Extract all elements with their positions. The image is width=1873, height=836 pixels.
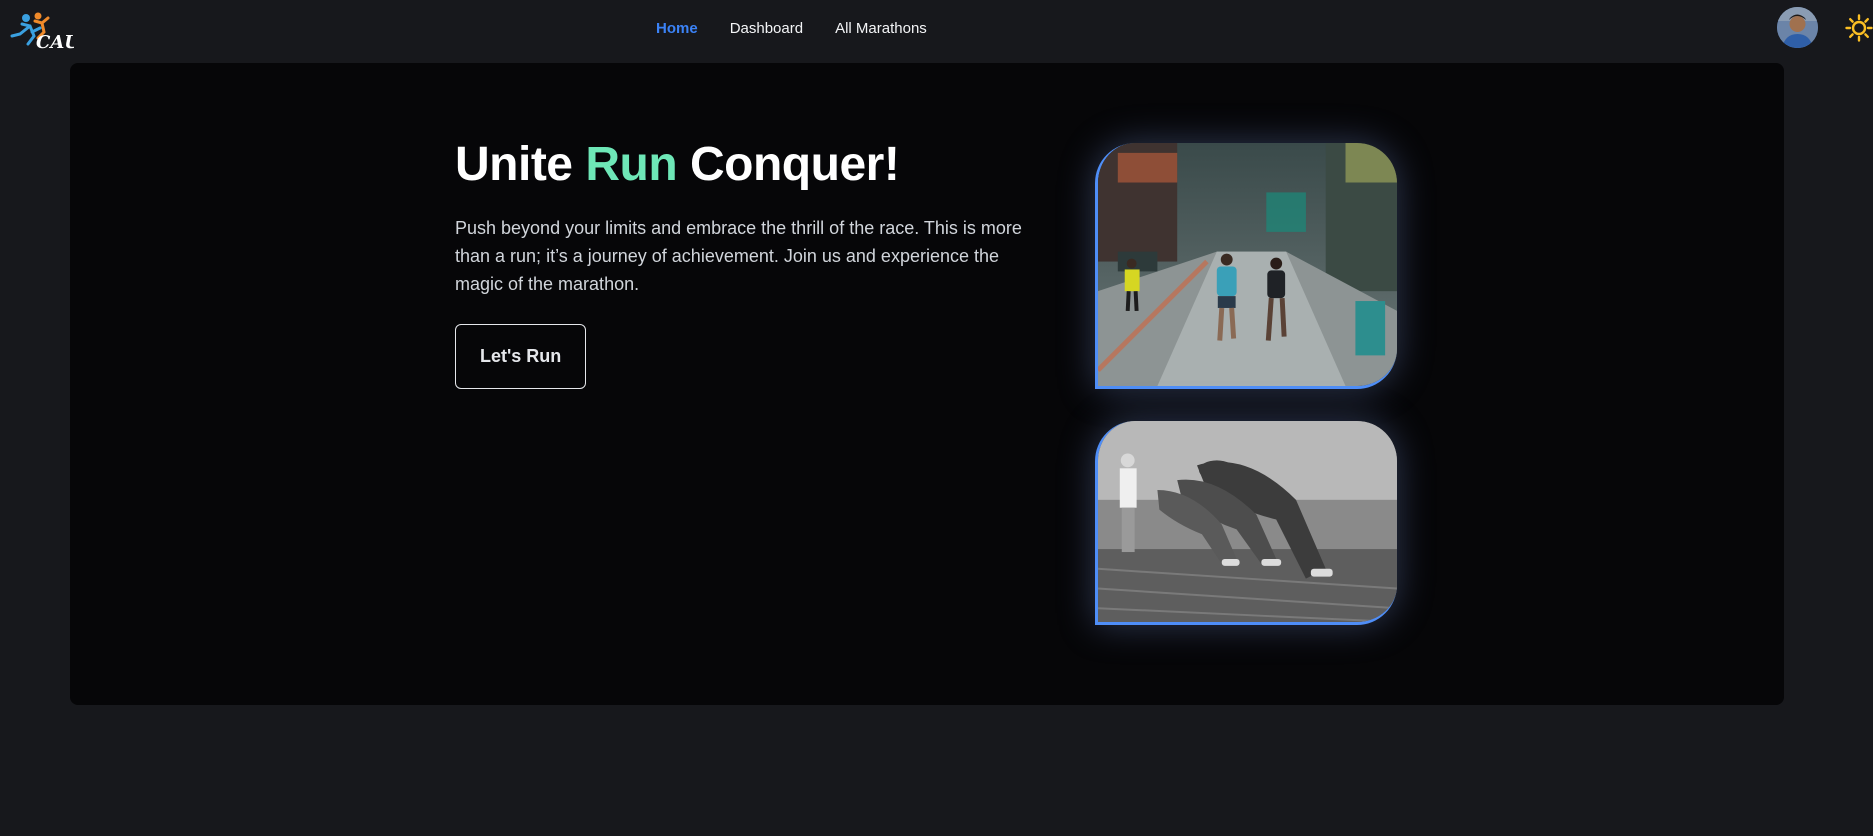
runner-logo-icon: CAU <box>10 12 74 52</box>
hero-title: Unite Run Conquer! <box>455 138 1055 192</box>
nav-link-dashboard[interactable]: Dashboard <box>714 18 819 39</box>
hero-title-part1: Unite <box>455 138 586 191</box>
official-figure <box>1119 453 1137 553</box>
city-marathon-runners-image <box>1095 143 1397 389</box>
city-street-photo <box>1098 143 1397 386</box>
sprint-start-runners-image <box>1095 421 1397 625</box>
user-avatar[interactable] <box>1777 7 1818 48</box>
main-nav: Home Dashboard All Marathons <box>640 18 943 39</box>
hero-title-accent: Run <box>585 138 678 191</box>
nav-link-all-marathons[interactable]: All Marathons <box>819 18 943 39</box>
lets-run-button[interactable]: Let's Run <box>455 323 587 389</box>
hero-banner: Unite Run Conquer! Push beyond your limi… <box>70 63 1784 705</box>
hero-description: Push beyond your limits and embrace the … <box>455 217 1022 294</box>
logo-text: CAU <box>36 32 74 52</box>
navbar: CAU Home Dashboard All Marathons <box>0 0 1873 58</box>
user-photo-icon <box>1777 7 1818 48</box>
theme-toggle-button[interactable] <box>1845 14 1873 42</box>
nav-link-home[interactable]: Home <box>640 18 714 39</box>
hero-title-part2: Conquer! <box>677 138 900 191</box>
hero-text-block: Unite Run Conquer! Push beyond your limi… <box>455 138 1055 389</box>
sprint-start-photo <box>1098 421 1397 622</box>
site-logo[interactable]: CAU <box>8 8 74 52</box>
sun-icon <box>1845 14 1873 42</box>
